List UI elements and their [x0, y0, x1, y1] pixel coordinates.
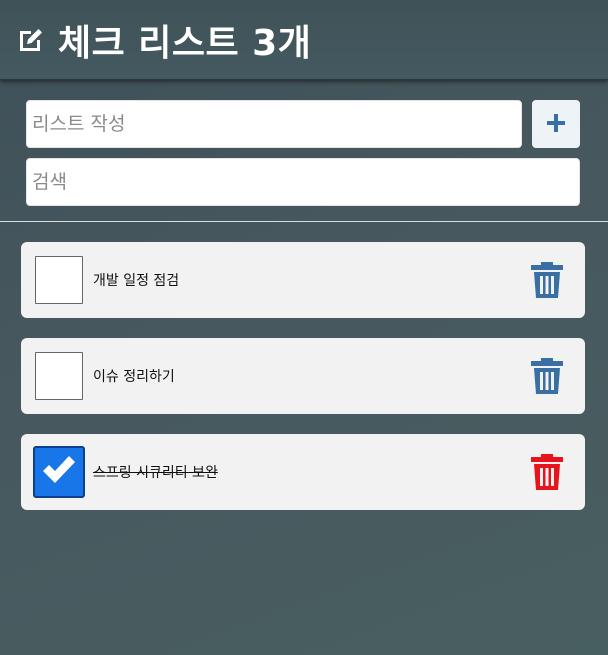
item-checkbox[interactable] — [35, 256, 83, 304]
item-label: 스프링 시큐리티 보완 — [93, 465, 218, 481]
add-item-field-wrapper — [26, 100, 522, 148]
plus-icon — [545, 112, 567, 137]
app-header: 체크 리스트 3개 — [0, 0, 608, 80]
trash-icon[interactable] — [529, 357, 565, 395]
list-item: 이슈 정리하기 — [21, 338, 585, 414]
item-label: 개발 일정 점검 — [93, 273, 180, 289]
add-item-button[interactable] — [532, 100, 580, 148]
item-label: 이슈 정리하기 — [93, 369, 175, 385]
page-title: 체크 리스트 3개 — [58, 22, 312, 64]
add-item-input[interactable] — [27, 101, 521, 147]
search-field-wrapper — [26, 158, 580, 206]
item-checkbox[interactable] — [35, 352, 83, 400]
list-item: 개발 일정 점검 — [21, 242, 585, 318]
search-input[interactable] — [27, 159, 579, 205]
item-checkbox-checked[interactable] — [33, 446, 85, 498]
check-icon — [41, 454, 77, 490]
trash-icon[interactable] — [529, 453, 565, 491]
list-item: 스프링 시큐리티 보완 — [21, 434, 585, 510]
trash-icon[interactable] — [529, 261, 565, 299]
edit-icon — [16, 25, 46, 55]
divider — [0, 221, 608, 222]
